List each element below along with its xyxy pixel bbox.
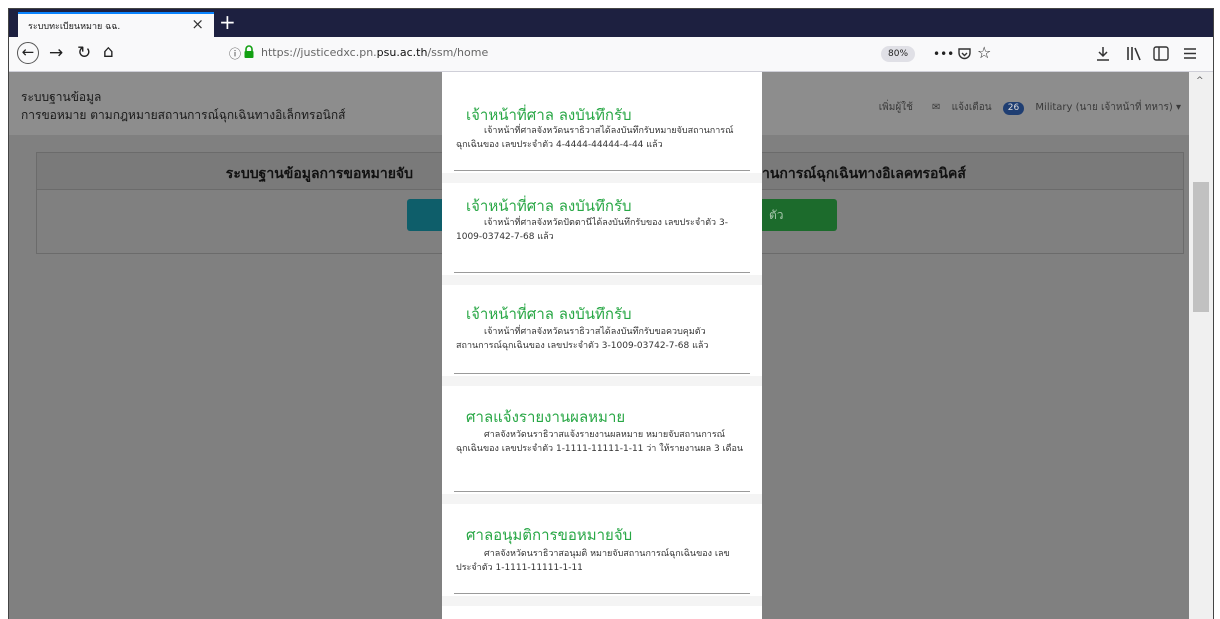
notification-item[interactable]: เจ้าหน้าที่ศาล ลงบันทึกรับ เจ้าหน้าที่ศา… — [442, 285, 762, 385]
divider — [454, 373, 750, 374]
forward-arrow-icon[interactable]: → — [49, 44, 63, 62]
info-icon[interactable]: ⓘ — [229, 45, 241, 62]
notification-item[interactable]: เจ้าหน้าที่ศาล ลงบันทึกรับ เจ้าหน้าที่ศา… — [442, 183, 762, 283]
address-bar[interactable]: ⓘ https://justicedxc.pn.psu.ac.th/ssm/ho… — [229, 41, 929, 65]
sidebar-icon[interactable] — [1153, 46, 1169, 61]
home-icon[interactable]: ⌂ — [103, 43, 114, 61]
notification-body: เจ้าหน้าที่ศาลจังหวัดนราธิวาสได้ลงบันทึก… — [456, 126, 734, 150]
pocket-icon[interactable] — [957, 46, 972, 61]
tab-close-icon[interactable]: × — [191, 16, 204, 32]
header-right: เพิ่มผู้ใช้ ✉ แจ้งเตือน 26 Military (นาย… — [871, 100, 1181, 115]
notification-title: ศาลอนุมติการขอหมายจับ — [466, 526, 633, 544]
zoom-level-badge[interactable]: 80% — [881, 46, 916, 62]
notifications-count-badge: 26 — [1002, 102, 1025, 115]
hamburger-menu-icon[interactable] — [1183, 47, 1197, 60]
notification-item[interactable]: ศาลแจ้งรายงานผลหมาย ศาลจังหวัดนราธิวาสแจ… — [442, 386, 762, 496]
reload-icon[interactable]: ↻ — [77, 44, 91, 62]
divider — [442, 275, 762, 285]
notification-body: ศาลจังหวัดนราธิวาสอนุมติ หมายจับสถานการณ… — [456, 549, 730, 573]
notification-body: เจ้าหน้าที่ศาลจังหวัดนราธิวาสได้ลงบันทึก… — [456, 327, 709, 351]
page-scrollbar[interactable]: ^ — [1189, 72, 1213, 619]
notifications-link[interactable]: ✉ แจ้งเตือน 26 — [924, 102, 1027, 115]
divider — [442, 173, 762, 183]
divider — [454, 491, 750, 492]
notification-item[interactable]: เจ้าหน้าที่ศาล ลงบันทึกรับ เจ้าหน้าที่ศา… — [442, 72, 762, 172]
divider — [442, 376, 762, 386]
notification-title: เจ้าหน้าที่ศาล ลงบันทึกรับ — [466, 197, 632, 215]
lock-icon — [244, 45, 254, 58]
notification-title: เจ้าหน้าที่ศาล ลงบันทึกรับ — [466, 305, 632, 323]
back-arrow-icon[interactable]: ← — [17, 42, 39, 64]
notification-body: ศาลจังหวัดนราธิวาสแจ้งรายงานผลหมาย หมายจ… — [456, 430, 744, 454]
tab-title: ระบบทะเบียนหมาย ฉฉ. — [28, 22, 121, 32]
scrollbar-thumb[interactable] — [1193, 182, 1209, 312]
download-icon[interactable] — [1096, 46, 1110, 62]
bookmark-star-icon[interactable]: ☆ — [977, 44, 991, 62]
browser-window: ระบบทะเบียนหมาย ฉฉ. × + ← → ↻ ⌂ ⓘ https:… — [8, 8, 1214, 619]
navigation-toolbar: ← → ↻ ⌂ ⓘ https://justicedxc.pn.psu.ac.t… — [9, 37, 1213, 72]
user-menu[interactable]: Military (นาย เจ้าหน้าที่ ทหาร) ▾ — [1035, 102, 1181, 113]
page-actions-menu-icon[interactable]: ••• — [933, 45, 954, 63]
scroll-up-arrow-icon[interactable]: ^ — [1196, 76, 1204, 86]
divider — [442, 596, 762, 606]
envelope-icon: ✉ — [932, 102, 941, 113]
notifications-dropdown: เจ้าหน้าที่ศาล ลงบันทึกรับ เจ้าหน้าที่ศา… — [442, 72, 762, 619]
notification-title: ศาลแจ้งรายงานผลหมาย — [466, 408, 626, 426]
notifications-label: แจ้งเตือน — [951, 102, 992, 113]
browser-tab[interactable]: ระบบทะเบียนหมาย ฉฉ. × — [18, 12, 214, 37]
divider — [442, 494, 762, 504]
notification-item[interactable]: ศาลอนุมติการขอหมายจับ ศาลจังหวัดนราธิวาส… — [442, 504, 762, 604]
brand-line-1[interactable]: ระบบฐานข้อมูล — [21, 88, 101, 107]
divider — [454, 272, 750, 273]
divider — [454, 593, 750, 594]
new-tab-icon[interactable]: + — [219, 9, 236, 35]
brand-line-2[interactable]: การขอหมาย ตามกฎหมายสถานการณ์ฉุกเฉินทางอิ… — [21, 106, 345, 125]
add-user-link[interactable]: เพิ่มผู้ใช้ — [879, 102, 913, 113]
tab-strip: ระบบทะเบียนหมาย ฉฉ. × + — [9, 9, 1213, 37]
divider — [454, 170, 750, 171]
notification-body: เจ้าหน้าที่ศาลจังหวัดปัตตานีได้ลงบันทึกร… — [456, 218, 728, 242]
green-action-button[interactable]: ตัว — [757, 199, 837, 231]
library-icon[interactable] — [1126, 46, 1142, 61]
url-text[interactable]: https://justicedxc.pn.psu.ac.th/ssm/home — [261, 46, 488, 59]
